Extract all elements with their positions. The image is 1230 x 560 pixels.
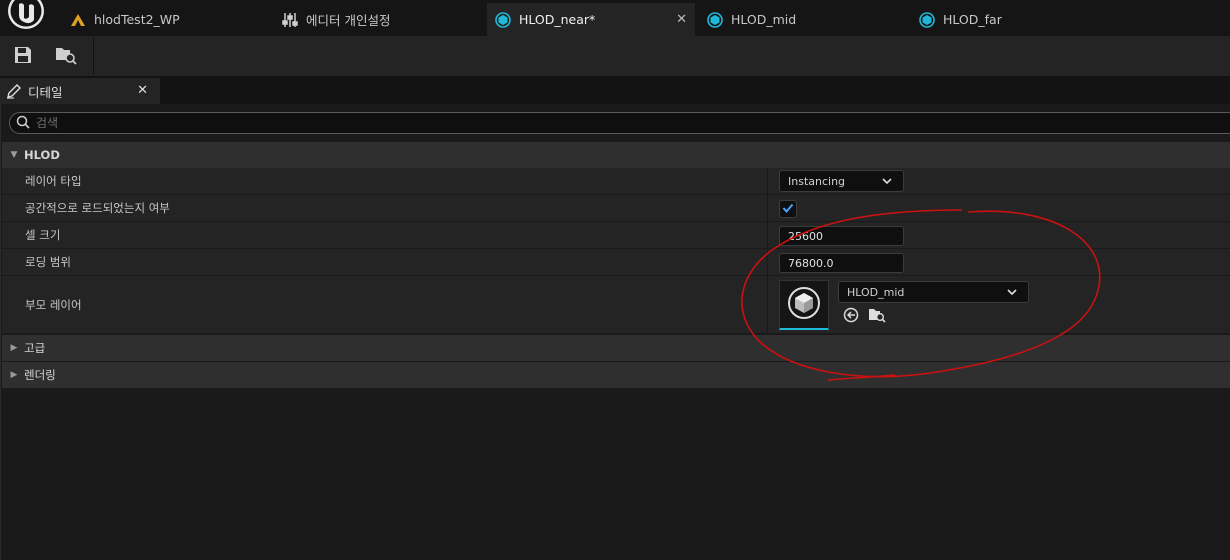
expand-arrow-icon[interactable]: ▶ — [4, 343, 24, 353]
tab-label: HLOD_far — [943, 12, 1002, 27]
panel-title: 디테일 — [28, 84, 63, 100]
loading-range-value: 76800.0 — [788, 256, 834, 270]
save-button[interactable] — [10, 44, 36, 68]
document-tab-bar: hlodTest2_WP 에디터 개인설정 HLOD_near* ✕ HLOD_… — [0, 0, 1230, 36]
column-divider[interactable] — [767, 222, 768, 248]
property-row-layer-type: 레이어 타입 Instancing — [2, 168, 1230, 195]
layer-type-dropdown[interactable]: Instancing — [779, 170, 904, 192]
sliders-icon — [282, 12, 298, 28]
cell-size-value: 25600 — [788, 229, 823, 243]
category-label: 고급 — [24, 341, 46, 355]
category-advanced[interactable]: ▶ 고급 — [2, 335, 1230, 361]
tab-label: 에디터 개인설정 — [306, 13, 391, 28]
use-selected-icon — [843, 307, 859, 326]
category-label: 렌더링 — [24, 368, 56, 382]
chevron-down-icon — [1006, 286, 1018, 301]
cube-icon — [787, 286, 821, 323]
tab-close-icon[interactable]: ✕ — [676, 12, 687, 27]
tab-label: HLOD_near* — [519, 12, 596, 27]
tab-details[interactable]: 디테일 ✕ — [0, 78, 160, 104]
pencil-icon — [6, 83, 22, 99]
hlod-asset-icon — [495, 11, 511, 28]
category-rendering[interactable]: ▶ 렌더링 — [2, 362, 1230, 388]
dropdown-value: HLOD_mid — [847, 285, 905, 299]
column-divider[interactable] — [767, 195, 768, 221]
hlod-asset-icon — [707, 11, 723, 28]
asset-thumbnail[interactable] — [779, 280, 829, 330]
tab-label: hlodTest2_WP — [94, 12, 180, 27]
category-label: HLOD — [24, 148, 60, 162]
cell-size-input[interactable]: 25600 — [779, 226, 904, 246]
browse-asset-button[interactable] — [868, 307, 886, 325]
column-divider[interactable] — [767, 249, 768, 275]
browse-to-asset-icon — [55, 45, 77, 68]
tab-label: HLOD_mid — [731, 12, 797, 27]
details-panel: ▼ HLOD 레이어 타입 Instancing 공간적으로 로드되었는지 여부… — [0, 104, 1230, 560]
search-box[interactable] — [9, 112, 1230, 134]
tab-hlod-near[interactable]: HLOD_near* ✕ — [487, 3, 695, 36]
panel-close-icon[interactable]: ✕ — [137, 83, 148, 98]
search-icon — [16, 115, 30, 132]
browse-to-asset-button[interactable] — [53, 44, 79, 68]
checkmark-icon — [782, 202, 794, 217]
property-row-parent-layer: 부모 레이어 HLOD_mid — [2, 276, 1230, 334]
property-label: 공간적으로 로드되었는지 여부 — [25, 201, 170, 215]
tab-hlod-far[interactable]: HLOD_far — [909, 3, 1121, 36]
panel-tab-strip: 디테일 ✕ — [0, 76, 1230, 104]
spatially-loaded-checkbox[interactable] — [779, 200, 797, 218]
property-row-spatially-loaded: 공간적으로 로드되었는지 여부 — [2, 195, 1230, 222]
use-selected-asset-button[interactable] — [842, 307, 860, 325]
search-input[interactable] — [36, 116, 636, 130]
category-hlod[interactable]: ▼ HLOD — [2, 142, 1230, 168]
property-row-loading-range: 로딩 범위 76800.0 — [2, 249, 1230, 276]
unreal-logo-icon[interactable] — [4, 0, 46, 32]
level-icon — [70, 12, 86, 28]
parent-layer-asset-picker[interactable]: HLOD_mid — [838, 281, 1029, 303]
property-label: 부모 레이어 — [25, 297, 82, 312]
expand-arrow-icon[interactable]: ▶ — [4, 370, 24, 380]
loading-range-input[interactable]: 76800.0 — [779, 253, 904, 273]
column-divider[interactable] — [767, 276, 768, 333]
property-label: 레이어 타입 — [25, 174, 82, 188]
property-row-cell-size: 셀 크기 25600 — [2, 222, 1230, 249]
save-icon — [14, 46, 32, 67]
asset-toolbar — [0, 36, 1230, 76]
hlod-asset-icon — [919, 11, 935, 28]
property-label: 셀 크기 — [25, 228, 61, 242]
property-label: 로딩 범위 — [25, 255, 71, 269]
tab-hlodtest2-wp[interactable]: hlodTest2_WP — [60, 3, 272, 36]
tab-hlod-mid[interactable]: HLOD_mid — [697, 3, 909, 36]
chevron-down-icon — [881, 175, 893, 190]
browse-to-asset-icon — [868, 307, 886, 326]
tab-editor-preferences[interactable]: 에디터 개인설정 — [272, 3, 486, 36]
expand-arrow-icon[interactable]: ▼ — [4, 150, 24, 160]
dropdown-value: Instancing — [788, 174, 846, 188]
column-divider[interactable] — [767, 168, 768, 194]
toolbar-separator — [93, 38, 94, 74]
